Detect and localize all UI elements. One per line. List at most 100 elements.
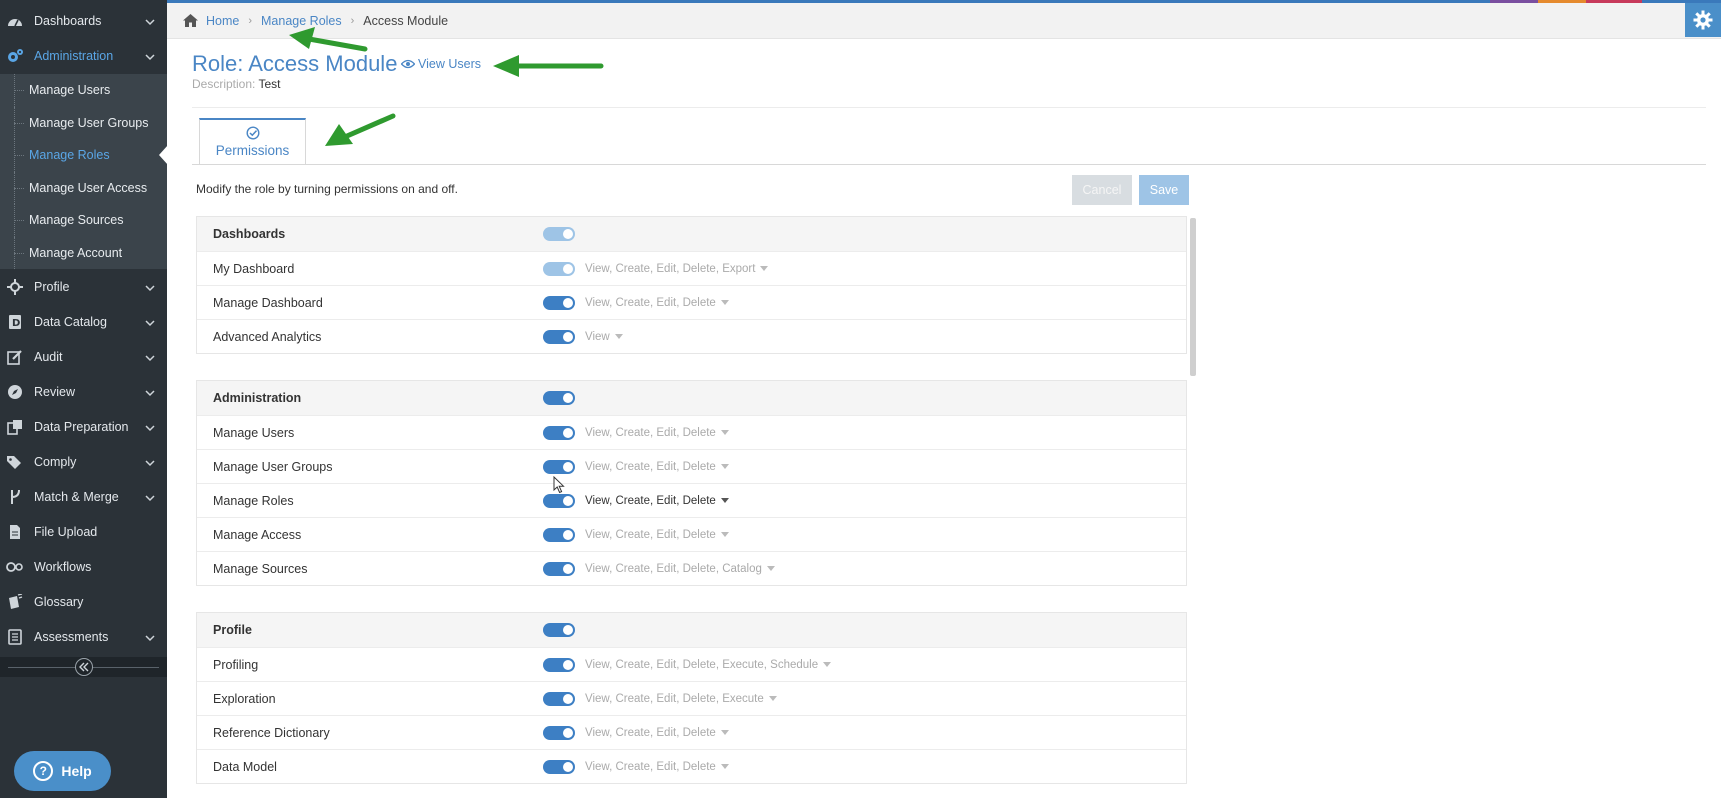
permission-name: Data Model — [213, 759, 277, 774]
collapse-sidebar-button[interactable] — [74, 658, 93, 676]
permission-toggle-switch[interactable] — [543, 296, 575, 310]
tab-permissions[interactable]: Permissions — [199, 118, 306, 164]
sidebar-item-assessments[interactable]: Assessments — [0, 619, 167, 654]
permission-toggle-switch[interactable] — [543, 726, 575, 740]
permission-name: Manage Sources — [213, 561, 308, 576]
permission-toggle-switch[interactable] — [543, 760, 575, 774]
permission-actions-dropdown[interactable]: View, Create, Edit, Delete — [585, 727, 729, 739]
sidebar-item-data-preparation[interactable]: Data Preparation — [0, 409, 167, 444]
chevron-down-icon — [145, 19, 155, 26]
dashboard-icon — [6, 12, 24, 30]
permission-actions-label: View, Create, Edit, Delete — [585, 726, 716, 739]
sidebar-item-dashboards[interactable]: Dashboards — [0, 3, 167, 38]
group-toggle-switch[interactable] — [543, 623, 575, 637]
header-divider — [192, 107, 1706, 108]
permission-actions-dropdown[interactable]: View, Create, Edit, Delete, Export — [585, 263, 769, 275]
description-value: Test — [258, 77, 281, 91]
breadcrumb-home[interactable]: Home — [206, 14, 239, 28]
caret-down-icon — [720, 763, 729, 769]
permission-actions-dropdown[interactable]: View, Create, Edit, Delete, Execute, Sch… — [585, 658, 832, 671]
sidebar-item-label: Profile — [34, 279, 70, 294]
sidebar-subitem-manage-roles[interactable]: Manage Roles — [0, 139, 168, 172]
permission-row: Data Model View, Create, Edit, Delete — [197, 749, 1186, 783]
home-icon[interactable] — [183, 14, 198, 27]
sidebar-item-data-catalog[interactable]: D Data Catalog — [0, 304, 167, 339]
permission-name: Manage User Groups — [213, 459, 333, 474]
permission-toggle-switch[interactable] — [543, 494, 575, 508]
group-toggle-switch[interactable] — [543, 227, 575, 241]
sidebar-item-label: Match & Merge — [34, 489, 119, 504]
permission-actions-label: View, Create, Edit, Delete, Execute, Sch… — [585, 658, 819, 671]
permission-row: My Dashboard View, Create, Edit, Delete, … — [197, 251, 1186, 285]
sidebar-subitem-manage-users[interactable]: Manage Users — [0, 74, 167, 107]
sidebar-item-profile[interactable]: Profile — [0, 269, 167, 304]
sidebar-item-label: Review — [34, 384, 75, 399]
caret-down-icon — [720, 299, 729, 305]
permission-row: Profiling View, Create, Edit, Delete, Exe… — [197, 647, 1186, 681]
sidebar-item-workflows[interactable]: Workflows — [0, 549, 167, 584]
permission-actions-dropdown[interactable]: View, Create, Edit, Delete — [585, 761, 729, 773]
cancel-button[interactable]: Cancel — [1072, 175, 1132, 205]
gear-icon — [1693, 10, 1713, 30]
sidebar-item-label: Dashboards — [34, 13, 102, 28]
sidebar-collapse-bar — [0, 657, 167, 677]
permission-toggle-switch[interactable] — [543, 262, 575, 276]
sidebar-item-file-upload[interactable]: File Upload — [0, 514, 167, 549]
sidebar-item-label: Workflows — [34, 559, 92, 574]
breadcrumb-separator: › — [248, 14, 253, 27]
permission-actions-label: View, Create, Edit, Delete, Catalog — [585, 562, 762, 575]
sidebar-item-match-and-merge[interactable]: Match & Merge — [0, 479, 167, 514]
sidebar-item-glossary[interactable]: Glossary — [0, 584, 167, 619]
svg-text:D: D — [12, 318, 20, 329]
permission-toggle-switch[interactable] — [543, 692, 575, 706]
permission-toggle-switch[interactable] — [543, 330, 575, 344]
sidebar-item-label: Administration — [34, 48, 114, 63]
scrollbar-thumb[interactable] — [1190, 218, 1196, 376]
sidebar-subitem-manage-user-access[interactable]: Manage User Access — [0, 171, 167, 205]
chevron-down-icon — [145, 495, 155, 502]
sidebar-item-review[interactable]: Review — [0, 374, 167, 409]
permission-toggle-switch[interactable] — [543, 528, 575, 542]
save-button[interactable]: Save — [1139, 175, 1189, 205]
annotation-arrow — [493, 55, 604, 77]
permission-actions-dropdown[interactable]: View, Create, Edit, Delete — [585, 461, 729, 473]
permission-actions-dropdown[interactable]: View, Create, Edit, Delete — [585, 427, 729, 439]
permission-name: Exploration — [213, 691, 276, 706]
permission-group-dashboards: Dashboards My Dashboard View, Create, Edit… — [196, 216, 1187, 354]
permission-actions-dropdown[interactable]: View — [585, 331, 623, 343]
caret-down-icon — [720, 497, 729, 503]
group-toggle-switch[interactable] — [543, 391, 575, 405]
sidebar-item-administration[interactable]: Administration — [0, 38, 167, 73]
caret-down-icon — [768, 695, 777, 701]
sidebar-item-audit[interactable]: Audit — [0, 339, 167, 374]
breadcrumb-separator: › — [350, 14, 355, 27]
permission-actions-dropdown[interactable]: View, Create, Edit, Delete — [585, 495, 729, 507]
settings-button[interactable] — [1685, 3, 1721, 37]
sidebar-subitem-manage-account[interactable]: Manage Account — [0, 236, 167, 270]
permission-toggle-switch[interactable] — [543, 562, 575, 576]
double-chevron-left-icon — [78, 662, 88, 672]
active-indicator — [159, 145, 168, 165]
permission-actions-dropdown[interactable]: View, Create, Edit, Delete — [585, 297, 729, 309]
view-users-link[interactable]: View Users — [401, 57, 481, 71]
breadcrumb-manage-roles[interactable]: Manage Roles — [261, 14, 342, 28]
permission-actions-dropdown[interactable]: View, Create, Edit, Delete — [585, 529, 729, 541]
sidebar-subitem-manage-sources[interactable]: Manage Sources — [0, 204, 167, 237]
permission-group-profile: Profile Profiling View, Create, Edit, Dele… — [196, 612, 1187, 784]
help-button[interactable]: ? Help — [14, 751, 111, 791]
sidebar-subitem-label: Manage Sources — [29, 213, 124, 228]
permission-toggle-switch[interactable] — [543, 426, 575, 440]
chevron-down-icon — [145, 390, 155, 397]
permission-actions-dropdown[interactable]: View, Create, Edit, Delete, Catalog — [585, 563, 775, 575]
sidebar-subitem-label: Manage Account — [29, 245, 123, 260]
sidebar-subitem-manage-user-groups[interactable]: Manage User Groups — [0, 106, 167, 140]
permission-toggle-switch[interactable] — [543, 658, 575, 672]
permission-name: Manage Roles — [213, 493, 294, 508]
assessments-icon — [6, 628, 24, 646]
sidebar-item-comply[interactable]: Comply — [0, 444, 167, 479]
permission-row: Reference Dictionary View, Create, Edit, … — [197, 715, 1186, 749]
cogs-icon — [6, 47, 24, 65]
permission-toggle-switch[interactable] — [543, 460, 575, 474]
permission-actions-dropdown[interactable]: View, Create, Edit, Delete, Execute — [585, 693, 777, 705]
check-circle-icon — [245, 126, 260, 140]
